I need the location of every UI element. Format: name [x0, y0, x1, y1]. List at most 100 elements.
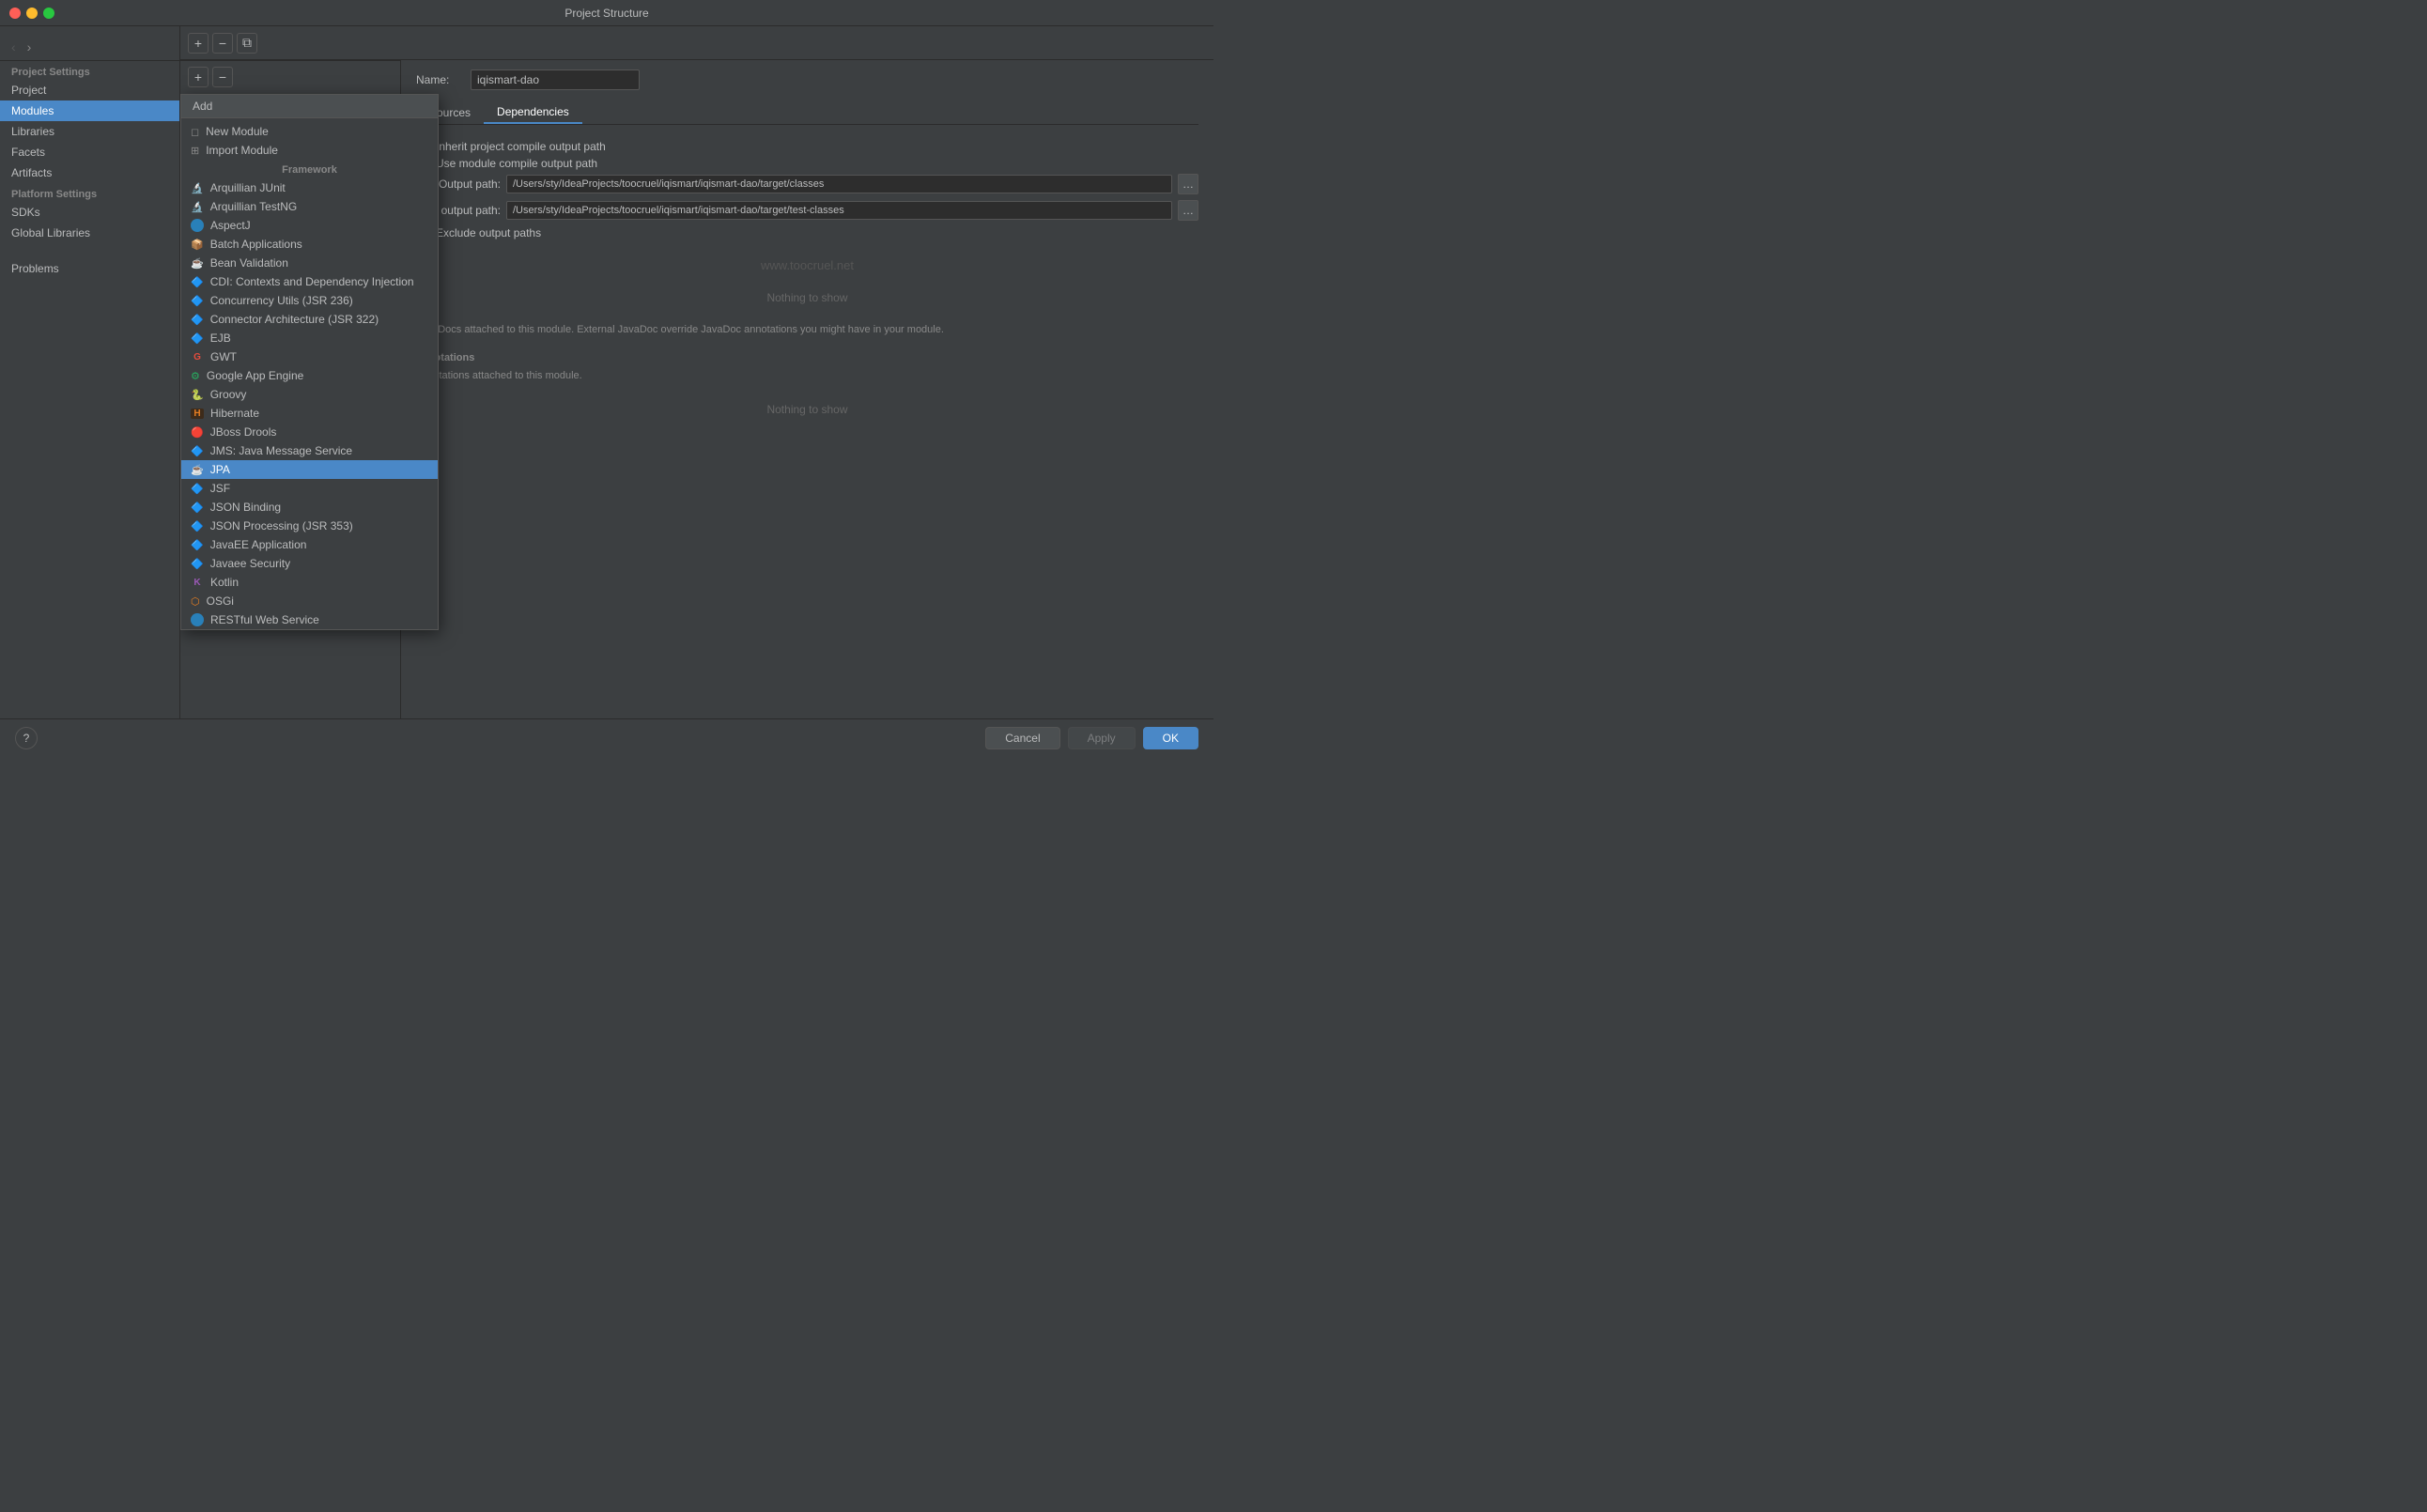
jms-icon: 🔷	[191, 445, 204, 457]
dropdown-item-groovy[interactable]: 🐍 Groovy	[181, 385, 438, 404]
remove-button[interactable]: −	[212, 33, 233, 54]
dropdown-item-restful[interactable]: RESTful Web Service	[181, 610, 438, 629]
back-button[interactable]: ‹	[8, 38, 20, 56]
left-pane-remove-button[interactable]: −	[212, 67, 233, 87]
dropdown-item-kotlin[interactable]: K Kotlin	[181, 573, 438, 592]
close-button[interactable]	[9, 8, 21, 19]
sidebar-item-artifacts[interactable]: Artifacts	[0, 162, 179, 183]
nothing-show-1: Nothing to show	[416, 291, 1198, 304]
forward-button[interactable]: ›	[23, 38, 36, 56]
nothing-show-2: Nothing to show	[416, 403, 1198, 416]
output-path-input[interactable]	[506, 175, 1172, 193]
dropdown-item-ejb[interactable]: 🔷 EJB	[181, 329, 438, 347]
maximize-button[interactable]	[43, 8, 54, 19]
watermark: www.toocruel.net	[416, 258, 1198, 272]
jpa-icon: ☕	[191, 464, 204, 476]
test-output-path-input[interactable]	[506, 201, 1172, 220]
sidebar-item-sdks[interactable]: SDKs	[0, 202, 179, 223]
right-pane: Name: Sources Dependencies Inherit proje…	[401, 60, 1214, 718]
output-path-row: Output path: …	[416, 174, 1198, 194]
dropdown-item-arquillian-testng[interactable]: 🔬 Arquillian TestNG	[181, 197, 438, 216]
dropdown-item-javaee-security[interactable]: 🔷 Javaee Security	[181, 554, 438, 573]
dropdown-item-google-app-engine[interactable]: ⚙ Google App Engine	[181, 366, 438, 385]
dropdown-item-concurrency[interactable]: 🔷 Concurrency Utils (JSR 236)	[181, 291, 438, 310]
dropdown-item-connector[interactable]: 🔷 Connector Architecture (JSR 322)	[181, 310, 438, 329]
dropdown-item-jpa[interactable]: ☕ JPA	[181, 460, 438, 479]
arquillian-testng-icon: 🔬	[191, 201, 204, 213]
split-pane: + − Name: Sources Dependencies	[180, 60, 1214, 718]
dropdown-item-arquillian-junit[interactable]: 🔬 Arquillian JUnit	[181, 178, 438, 197]
dropdown-item-hibernate[interactable]: H Hibernate	[181, 404, 438, 423]
name-input[interactable]	[471, 69, 640, 90]
exclude-checkbox-row: Exclude output paths	[416, 226, 1198, 239]
copy-button[interactable]: ⧉	[237, 33, 257, 54]
minimize-button[interactable]	[26, 8, 38, 19]
window: Project Structure ‹ › Project Settings P…	[0, 0, 1214, 756]
toolbar: + − ⧉	[180, 26, 1214, 60]
sidebar-item-project[interactable]: Project	[0, 80, 179, 100]
ejb-icon: 🔷	[191, 332, 204, 345]
concurrency-icon: 🔷	[191, 295, 204, 307]
dropdown-item-json-binding[interactable]: 🔷 JSON Binding	[181, 498, 438, 517]
bean-validation-icon: ☕	[191, 257, 204, 270]
arquillian-junit-icon: 🔬	[191, 182, 204, 194]
dropdown-item-javaee[interactable]: 🔷 JavaEE Application	[181, 535, 438, 554]
javaee-icon: 🔷	[191, 539, 204, 551]
add-dropdown: Add ◻ New Module ⊞ Import Module Fra	[180, 94, 439, 630]
dropdown-item-json-processing[interactable]: 🔷 JSON Processing (JSR 353)	[181, 517, 438, 535]
dropdown-framework-label: Framework	[181, 162, 438, 178]
apply-button[interactable]: Apply	[1068, 727, 1136, 749]
import-module-icon: ⊞	[191, 145, 199, 157]
dropdown-item-osgi[interactable]: ⬡ OSGi	[181, 592, 438, 610]
name-row: Name:	[416, 69, 1198, 90]
dropdown-framework-list: 🔬 Arquillian JUnit 🔬 Arquillian TestNG A…	[181, 178, 438, 629]
sidebar-item-libraries[interactable]: Libraries	[0, 121, 179, 142]
aspectj-icon	[191, 219, 204, 232]
compile-section: Inherit project compile output path Use …	[416, 140, 1198, 239]
bottom-bar: ? Cancel Apply OK	[0, 718, 1214, 756]
output-path-browse[interactable]: …	[1178, 174, 1198, 194]
sidebar: ‹ › Project Settings Project Modules Lib…	[0, 26, 180, 718]
jsf-icon: 🔷	[191, 483, 204, 495]
project-settings-label: Project Settings	[0, 61, 179, 80]
dropdown-item-aspectj[interactable]: AspectJ	[181, 216, 438, 235]
connector-icon: 🔷	[191, 314, 204, 326]
add-button[interactable]: +	[188, 33, 209, 54]
annotations-sublabel: annotations attached to this module.	[416, 369, 1198, 383]
platform-settings-label: Platform Settings	[0, 183, 179, 202]
sidebar-item-modules[interactable]: Modules	[0, 100, 179, 121]
test-output-path-browse[interactable]: …	[1178, 200, 1198, 221]
sidebar-item-global-libraries[interactable]: Global Libraries	[0, 223, 179, 243]
json-processing-icon: 🔷	[191, 520, 204, 532]
help-button[interactable]: ?	[15, 727, 38, 749]
dropdown-item-jms[interactable]: 🔷 JMS: Java Message Service	[181, 441, 438, 460]
dropdown-item-jboss-drools[interactable]: 🔴 JBoss Drools	[181, 423, 438, 441]
jboss-drools-icon: 🔴	[191, 426, 204, 439]
content-area: + − ⧉ + −	[180, 26, 1214, 718]
tab-dependencies[interactable]: Dependencies	[484, 101, 582, 124]
dropdown-item-batch[interactable]: 📦 Batch Applications	[181, 235, 438, 254]
google-app-engine-icon: ⚙	[191, 370, 200, 382]
dropdown-item-cdi[interactable]: 🔷 CDI: Contexts and Dependency Injection	[181, 272, 438, 291]
dropdown-item-jsf[interactable]: 🔷 JSF	[181, 479, 438, 498]
annotations-section: annotations annotations attached to this…	[416, 352, 1198, 415]
dropdown-import-module[interactable]: ⊞ Import Module	[181, 141, 438, 160]
sidebar-item-problems[interactable]: Problems	[0, 258, 179, 279]
cdi-icon: 🔷	[191, 276, 204, 288]
name-label: Name:	[416, 73, 463, 86]
radio-module: Use module compile output path	[416, 157, 1198, 170]
left-pane-add-button[interactable]: +	[188, 67, 209, 87]
dropdown-item-bean-validation[interactable]: ☕ Bean Validation	[181, 254, 438, 272]
dropdown-item-gwt[interactable]: G GWT	[181, 347, 438, 366]
restful-icon	[191, 613, 204, 626]
test-output-path-row: Test output path: …	[416, 200, 1198, 221]
groovy-icon: 🐍	[191, 389, 204, 401]
dropdown-module-section: ◻ New Module ⊞ Import Module	[181, 118, 438, 162]
javaee-security-icon: 🔷	[191, 558, 204, 570]
cancel-button[interactable]: Cancel	[985, 727, 1059, 749]
ok-button[interactable]: OK	[1143, 727, 1198, 749]
dropdown-new-module[interactable]: ◻ New Module	[181, 122, 438, 141]
sidebar-item-facets[interactable]: Facets	[0, 142, 179, 162]
osgi-icon: ⬡	[191, 595, 200, 608]
hibernate-icon: H	[191, 409, 204, 419]
